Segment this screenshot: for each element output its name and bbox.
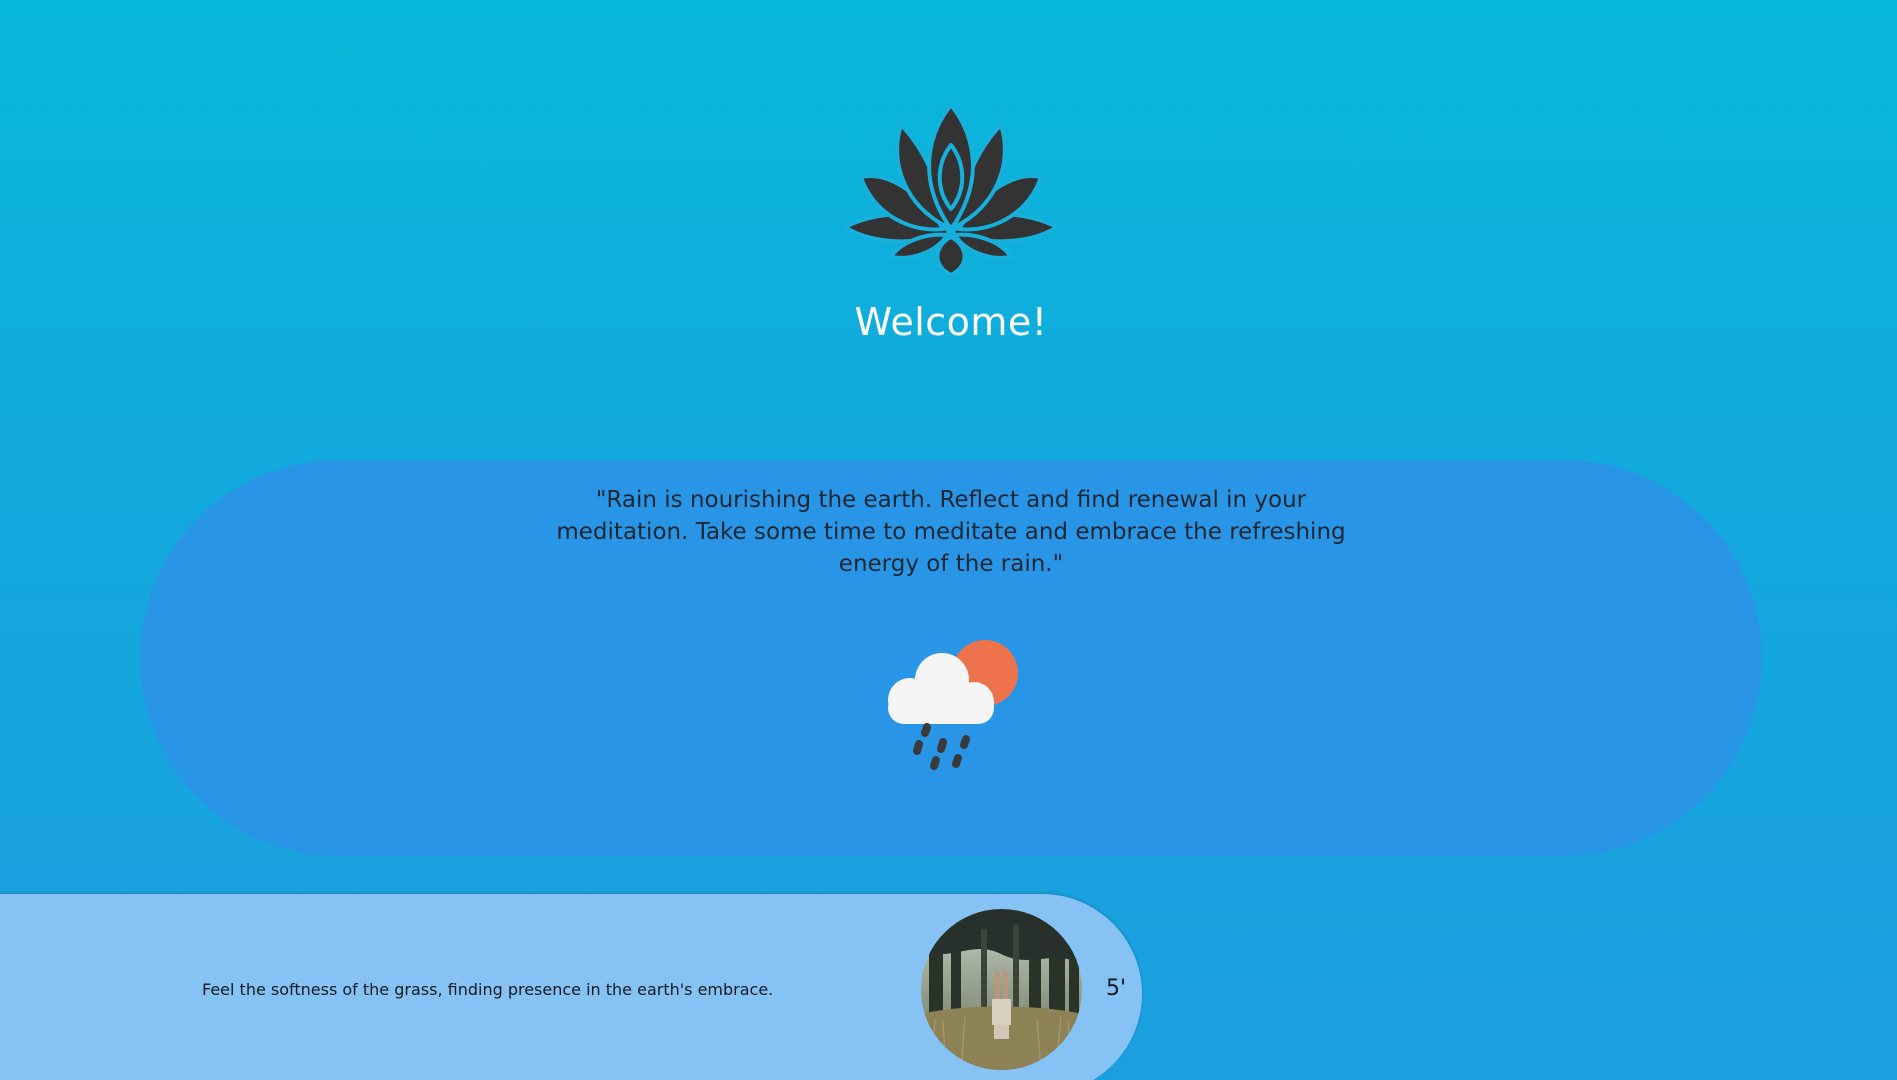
welcome-heading: Welcome! <box>854 300 1048 344</box>
quote-text: "Rain is nourishing the earth. Reflect a… <box>556 487 1346 577</box>
lotus-icon <box>843 105 1059 275</box>
session-duration: 5' <box>1106 976 1127 1001</box>
rain-cloud-sun-icon <box>888 640 1018 770</box>
meditation-forest-image[interactable] <box>921 909 1082 1070</box>
session-description: Feel the softness of the grass, finding … <box>202 980 774 999</box>
